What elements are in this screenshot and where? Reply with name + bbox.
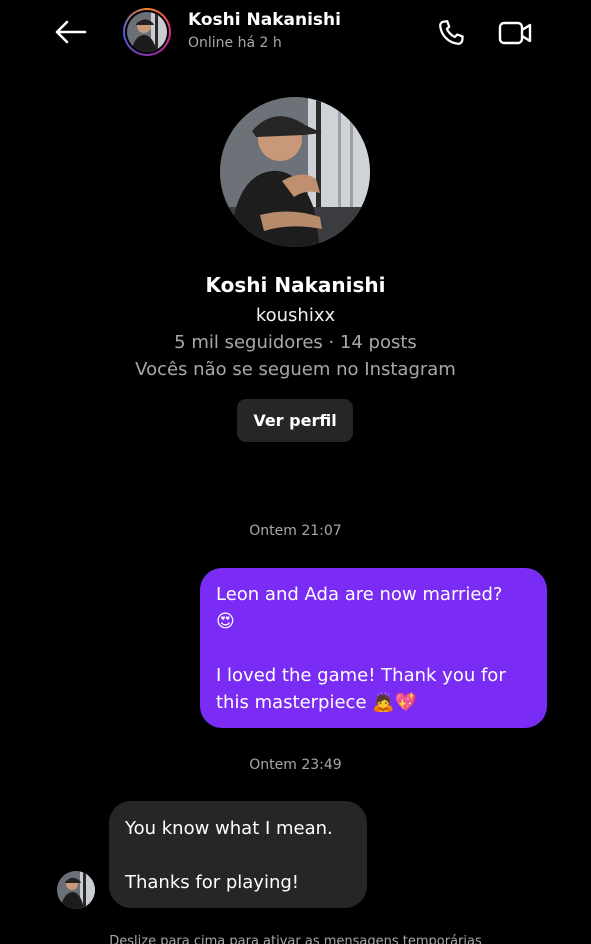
swipe-hint: Deslize para cima para ativar as mensage… [109,934,482,944]
profile-avatar[interactable] [220,97,370,247]
message-line: You know what I mean. [125,818,333,839]
message-timestamp: Ontem 23:49 [249,757,342,773]
message-line: I loved the game! Thank you for [216,665,506,686]
phone-icon [439,20,464,45]
profile-photo [220,97,370,247]
message-timestamp: Ontem 21:07 [249,523,342,539]
message-line: 😍 [216,611,235,632]
outgoing-message-bubble[interactable]: Leon and Ada are now married? 😍 I loved … [200,568,547,728]
header-online-status: Online há 2 h [188,35,282,51]
video-camera-icon [498,21,532,45]
profile-name: Koshi Nakanishi [205,273,386,297]
view-profile-button[interactable]: Ver perfil [237,399,353,442]
back-button[interactable] [52,14,88,50]
message-line: Leon and Ada are now married? [216,584,503,605]
incoming-message-bubble[interactable]: You know what I mean. Thanks for playing… [109,801,367,908]
header-avatar[interactable] [123,8,171,56]
video-call-button[interactable] [495,14,535,52]
arrow-left-icon [55,20,87,44]
sender-photo [57,871,95,909]
profile-username: koushixx [255,305,336,326]
header-contact-name[interactable]: Koshi Nakanishi [188,10,341,30]
voice-call-button[interactable] [432,14,470,52]
message-line: Thanks for playing! [125,872,299,893]
dm-conversation-screen: Koshi Nakanishi Online há 2 h Koshi Naka… [0,0,591,944]
profile-follow-relation: Vocês não se seguem no Instagram [135,359,456,380]
sender-avatar[interactable] [57,871,95,909]
avatar-photo [127,12,167,52]
profile-stats: 5 mil seguidores · 14 posts [174,332,417,353]
message-line: this masterpiece 🙇💖 [216,692,418,713]
chat-header: Koshi Nakanishi Online há 2 h [0,0,591,64]
